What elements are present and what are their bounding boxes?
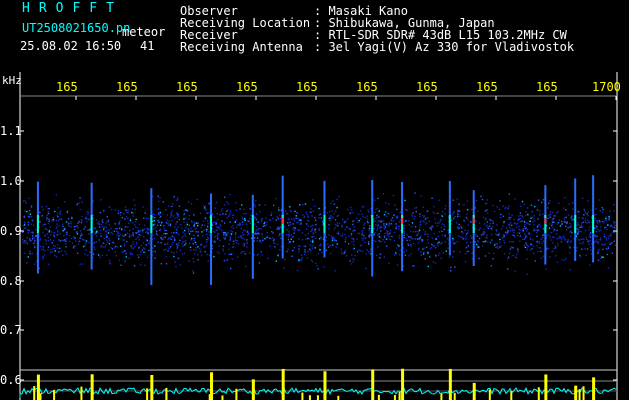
meteor-spike — [150, 374, 154, 400]
minor-spike — [377, 394, 380, 400]
x-tick-9: 165 — [536, 80, 558, 94]
meteor-core — [323, 215, 326, 233]
x-tick-5: 165 — [296, 80, 318, 94]
minor-spike — [146, 388, 149, 400]
datetime-label: 25.08.02 16:50 — [20, 39, 122, 53]
meteor-core — [36, 215, 39, 233]
meteor-peak — [281, 218, 284, 224]
meteor-peak — [544, 218, 547, 224]
info-antenna-value: : 3el Yagi(V) Az 330 for Vladivostok — [314, 40, 575, 54]
meteor-spike — [544, 374, 548, 400]
minor-spike — [208, 394, 211, 400]
minor-spike — [316, 395, 319, 400]
meteor-count: 41 — [140, 39, 155, 53]
meteor-column — [251, 194, 254, 279]
minor-spike — [53, 389, 56, 400]
meteor-core — [251, 215, 254, 233]
meteor-core — [90, 215, 93, 233]
meteor-core — [574, 215, 577, 233]
y-tick-0-9: 0.9 — [0, 224, 22, 238]
minor-spike — [510, 391, 513, 400]
meteor-core — [210, 215, 213, 233]
y-tick-1-1: 1.1 — [0, 124, 22, 138]
noise-band — [22, 192, 616, 275]
meteor-spike — [401, 368, 405, 400]
x-tick-10: 1700 — [592, 80, 621, 94]
minor-spike — [33, 386, 36, 400]
minor-spike — [308, 395, 311, 400]
info-antenna-label: Receiving Antenna — [180, 40, 303, 54]
hrofft-screen: HROFFT UT2508021650.pn meteor 25.08.02 1… — [0, 0, 629, 400]
meteor-column — [150, 188, 153, 286]
axis-unit: kHz — [2, 74, 22, 87]
y-tick-0-7: 0.7 — [0, 323, 22, 337]
minor-spike — [337, 395, 340, 400]
meteor-spike — [472, 382, 476, 400]
y-tick-1-0: 1.0 — [0, 174, 22, 188]
minor-spike — [398, 395, 401, 400]
x-tick-1: 165 — [56, 80, 78, 94]
minor-spike — [582, 386, 585, 400]
meteor-spike — [323, 371, 327, 400]
meteor-core — [592, 215, 595, 233]
meteor-peak — [401, 218, 404, 224]
meteor-peak — [472, 218, 475, 224]
y-tick-0-6: 0.6 — [0, 373, 22, 387]
filename-label: UT2508021650.pn — [22, 21, 131, 35]
y-tick-0-8: 0.8 — [0, 274, 22, 288]
minor-spike — [578, 389, 581, 400]
minor-spike — [39, 393, 42, 400]
meteor-spike — [574, 385, 578, 400]
meteor-spike — [592, 377, 596, 400]
minor-spike — [80, 386, 83, 400]
meteor-spike — [90, 374, 94, 400]
brand-title: HROFFT — [22, 1, 123, 16]
x-tick-2: 165 — [116, 80, 138, 94]
minor-spike — [537, 387, 540, 400]
meteor-label: meteor — [122, 25, 166, 39]
minor-spike — [235, 388, 238, 400]
meteor-spike — [281, 368, 285, 400]
x-tick-6: 165 — [356, 80, 378, 94]
minor-spike — [488, 389, 491, 400]
meteor-core — [371, 215, 374, 233]
minor-spike — [165, 392, 168, 400]
meteor-spike — [251, 379, 255, 400]
minor-spike — [301, 392, 304, 400]
x-tick-4: 165 — [236, 80, 258, 94]
minor-spike — [221, 395, 224, 400]
meteor-core — [448, 215, 451, 233]
meteor-spike — [448, 368, 452, 400]
meteor-spike — [371, 369, 375, 400]
spectrogram-plot — [19, 72, 618, 400]
x-tick-8: 165 — [476, 80, 498, 94]
meteor-core — [150, 215, 153, 233]
x-tick-7: 165 — [416, 80, 438, 94]
minor-spike — [393, 395, 396, 400]
x-tick-3: 165 — [176, 80, 198, 94]
minor-spike — [453, 392, 456, 400]
meteor-column — [210, 193, 213, 285]
minor-spike — [440, 393, 443, 400]
meteor-spike — [36, 374, 40, 400]
